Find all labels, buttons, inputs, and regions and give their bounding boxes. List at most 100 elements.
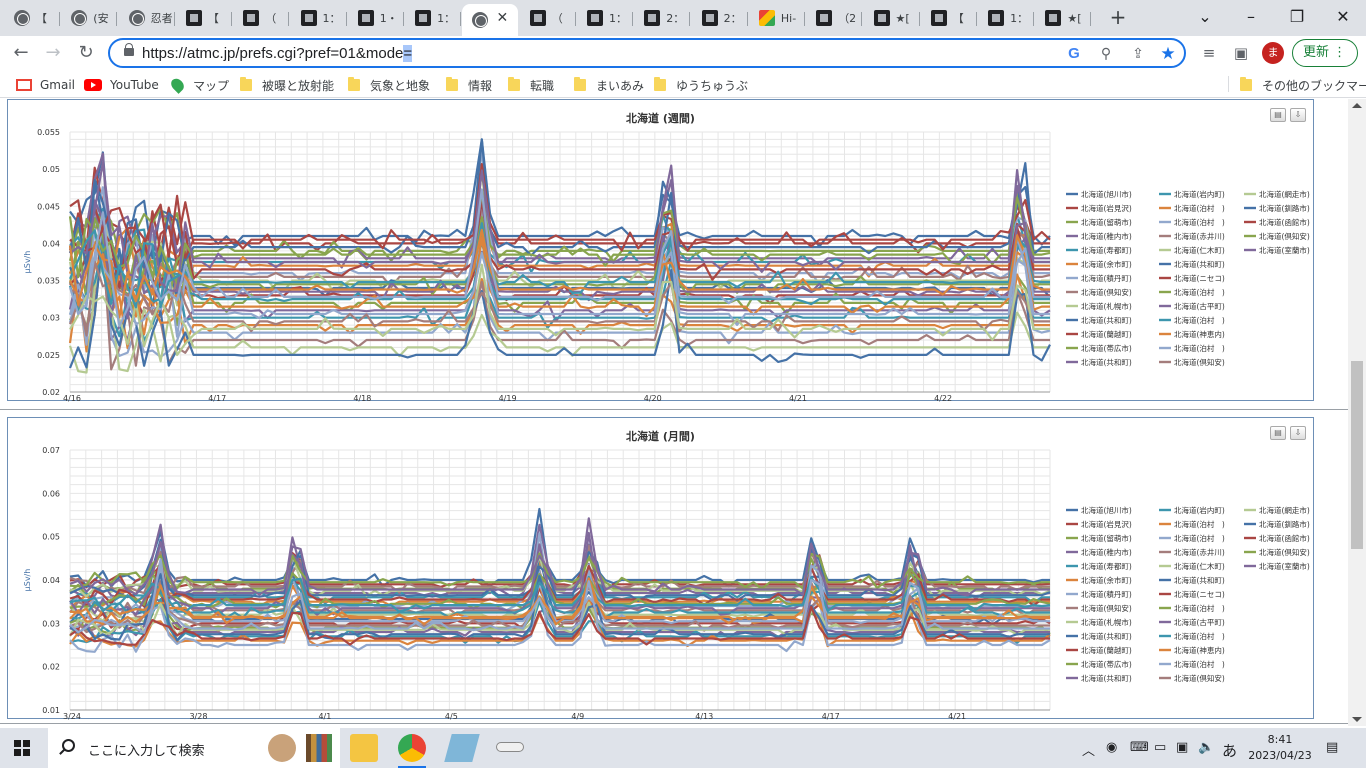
browser-tab[interactable]: (安 (61, 4, 118, 32)
bookmark-label: 情報 (468, 78, 493, 93)
y-axis-label: μSv/h (23, 251, 32, 274)
legend-item: 北海道(泊村 ) (1174, 659, 1225, 669)
side-panel-icon[interactable]: ▣ (1228, 40, 1254, 66)
ime-indicator[interactable]: あ (1222, 740, 1237, 761)
browser-tab[interactable]: （ (520, 4, 576, 32)
page-scrollbar[interactable] (1348, 99, 1366, 726)
airplane-app-icon[interactable] (496, 742, 524, 752)
close-tab-icon[interactable]: ✕ (494, 10, 510, 26)
browser-tab[interactable]: 忍者 (119, 4, 175, 32)
bookmark-item[interactable]: Gmail (16, 76, 75, 94)
tab-separator (746, 12, 748, 26)
keyboard-icon[interactable]: ⌨ (1130, 740, 1149, 755)
tab-search-icon[interactable]: ⌄ (1182, 4, 1228, 30)
minimize-button[interactable]: – (1228, 4, 1274, 30)
chrome-icon[interactable] (398, 734, 426, 762)
show-hidden-icons[interactable]: ︿ (1082, 740, 1095, 759)
weekly-chart-svg: 0.055 0.05 0.045 0.04 0.035 0.03 0.025 0.024/16… (23, 128, 1310, 402)
bookmark-item[interactable]: 気象と地象 (348, 76, 430, 94)
site-favicon-icon (988, 10, 1005, 26)
clock[interactable]: 8:41 2023/04/23 (1248, 732, 1312, 764)
display-icon[interactable]: ▭ (1154, 740, 1166, 755)
back-button[interactable]: ← (8, 40, 34, 66)
profile-avatar[interactable]: ま (1262, 42, 1284, 64)
maximize-button[interactable]: ❐ (1274, 4, 1320, 30)
browser-tab[interactable]: 【 (4, 4, 60, 32)
bookmark-label: YouTube (110, 78, 159, 92)
bookmark-item[interactable]: 転職 (508, 76, 554, 94)
google-translate-icon[interactable]: G (1064, 44, 1084, 64)
browser-tab[interactable]: 【 (176, 4, 232, 32)
webcam-icon[interactable]: ◉ (1106, 740, 1117, 755)
legend-item: 北海道(泊村 ) (1174, 315, 1225, 325)
browser-tab[interactable]: ★[ (1035, 4, 1092, 32)
file-explorer-icon[interactable] (350, 734, 378, 762)
network-icon[interactable]: ▣ (1176, 740, 1188, 755)
bookmark-item[interactable]: マップ (168, 76, 229, 94)
browser-tab[interactable]: ★[ (864, 4, 920, 32)
share-icon[interactable]: ⇪ (1128, 44, 1148, 64)
browser-tab[interactable]: 1： (291, 4, 347, 32)
browser-tab[interactable]: 1・ (348, 4, 404, 32)
browser-tab[interactable]: （2 (806, 4, 863, 32)
tab-title: 1： (437, 12, 456, 25)
x-tick-label: 4/20 (644, 394, 662, 402)
browser-tab[interactable]: 2： (634, 4, 691, 32)
url-text[interactable]: https://atmc.jp/prefs.cgi?pref=01&mode= (142, 45, 413, 62)
zoom-icon[interactable]: ⚲ (1096, 44, 1116, 64)
other-bookmarks[interactable]: その他のブックマーク (1240, 76, 1366, 94)
tab-separator (803, 12, 805, 26)
scroll-down-arrow[interactable] (1352, 717, 1362, 722)
bookmark-item[interactable]: 被曝と放射能 (240, 76, 334, 94)
browser-tab[interactable]: 1： (405, 4, 462, 32)
legend-item: 北海道(仁木町) (1174, 561, 1225, 571)
tab-title: 2： (723, 12, 742, 25)
legend-item: 北海道(倶知安) (1259, 231, 1310, 241)
app-icon[interactable] (444, 734, 480, 762)
bookmark-item[interactable]: 情報 (446, 76, 492, 94)
browser-tab[interactable]: （ (233, 4, 290, 32)
lock-icon[interactable] (124, 43, 134, 56)
tab-separator (632, 12, 633, 26)
globe-icon (128, 10, 145, 26)
legend-item: 北海道(函館市) (1259, 217, 1310, 227)
browser-tab[interactable]: 1： (978, 4, 1035, 32)
browser-tab[interactable]: 1： (577, 4, 633, 32)
cortana-character-icon[interactable] (268, 734, 296, 762)
bookmark-star-icon[interactable]: ★ (1158, 44, 1178, 64)
reload-button[interactable]: ↻ (73, 40, 99, 66)
taskbar-search[interactable]: ここに入力して検索 (48, 728, 340, 768)
folder-icon (1240, 77, 1252, 91)
media-control-icon[interactable]: ≡ (1196, 40, 1222, 66)
browser-tab[interactable]: Hi- (749, 4, 805, 32)
volume-icon[interactable]: 🔈 (1198, 740, 1214, 755)
notification-icon[interactable]: ▤ (1326, 740, 1338, 755)
bookmark-item[interactable]: ゆうちゅうぶ (654, 76, 748, 94)
legend-item: 北海道(寿都町) (1081, 561, 1132, 571)
close-window-button[interactable]: ✕ (1320, 4, 1366, 30)
clock-date: 2023/04/23 (1248, 749, 1312, 762)
site-favicon-icon (243, 10, 260, 26)
tab-title: 忍者 (150, 12, 173, 25)
legend-item: 北海道(倶知安) (1081, 603, 1132, 613)
forward-button[interactable]: → (40, 40, 66, 66)
bookmark-label: ゆうちゅうぶ (676, 78, 749, 93)
scroll-thumb[interactable] (1351, 361, 1363, 549)
address-bar[interactable]: https://atmc.jp/prefs.cgi?pref=01&mode= … (108, 38, 1186, 68)
tab-separator (116, 12, 118, 26)
books-icon[interactable] (306, 734, 332, 762)
y-tick-label: 0.05 (42, 533, 60, 542)
monthly-chart: 北海道 (月間) ▤ ⇩ 0.07 0.06 0.05 0.04 0.03 0.02 0.0… (7, 417, 1314, 720)
scroll-up-arrow[interactable] (1352, 103, 1362, 108)
new-tab-button[interactable]: + (1108, 7, 1128, 28)
bookmark-item[interactable]: YouTube (84, 76, 159, 94)
site-favicon-icon (587, 10, 603, 26)
browser-tab[interactable]: 【 (921, 4, 977, 32)
windows-start-icon[interactable] (14, 740, 30, 756)
x-tick-label: 4/13 (695, 712, 713, 720)
bookmark-item[interactable]: まいあみ (574, 76, 644, 94)
page-content: 北海道 (週間) ▤ ⇩ 0.055 0.05 0.045 0.04 0.035 0.03… (0, 99, 1348, 726)
browser-tab[interactable]: 2： (692, 4, 748, 32)
browser-tab[interactable]: ✕ (462, 4, 519, 36)
update-button[interactable]: 更新 ⋮ (1292, 39, 1358, 67)
